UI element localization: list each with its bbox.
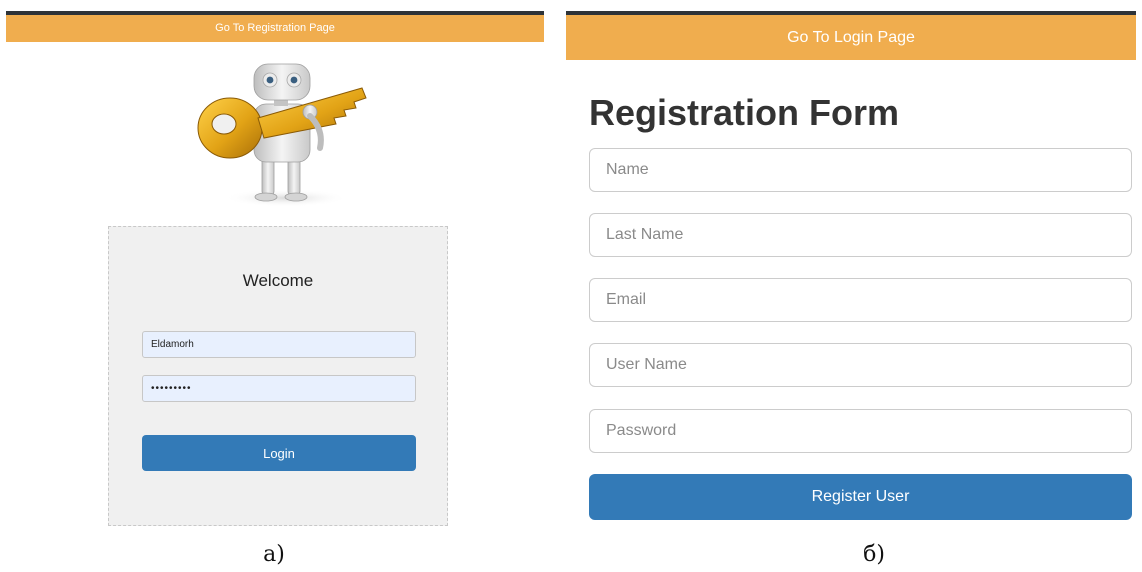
login-page-topbar: Go To Registration Page <box>6 11 544 42</box>
register-user-button[interactable]: Register User <box>589 474 1132 520</box>
welcome-heading: Welcome <box>242 271 314 290</box>
registration-page-topbar: Go To Login Page <box>566 11 1136 60</box>
registration-page-screenshot: Go To Login Page Registration Form Regis… <box>566 0 1136 572</box>
robot-with-key-icon <box>197 63 367 207</box>
go-to-registration-link[interactable]: Go To Registration Page <box>215 22 335 34</box>
figure-caption-b: б) <box>863 542 885 567</box>
login-box: Welcome Login <box>108 226 448 526</box>
login-page-screenshot: Go To Registration Page Welcome Eldamorh… <box>6 0 544 572</box>
username-input[interactable] <box>142 331 416 358</box>
name-input[interactable] <box>589 148 1132 192</box>
email-input[interactable] <box>589 278 1132 322</box>
login-button[interactable]: Login <box>142 435 416 471</box>
user-name-input[interactable] <box>589 343 1132 387</box>
go-to-login-link[interactable]: Go To Login Page <box>787 29 915 46</box>
figure-caption-a: а) <box>263 542 285 567</box>
password-input[interactable] <box>142 375 416 402</box>
password-field[interactable] <box>589 409 1132 453</box>
last-name-input[interactable] <box>589 213 1132 257</box>
registration-form-title: Registration Form <box>589 92 900 133</box>
